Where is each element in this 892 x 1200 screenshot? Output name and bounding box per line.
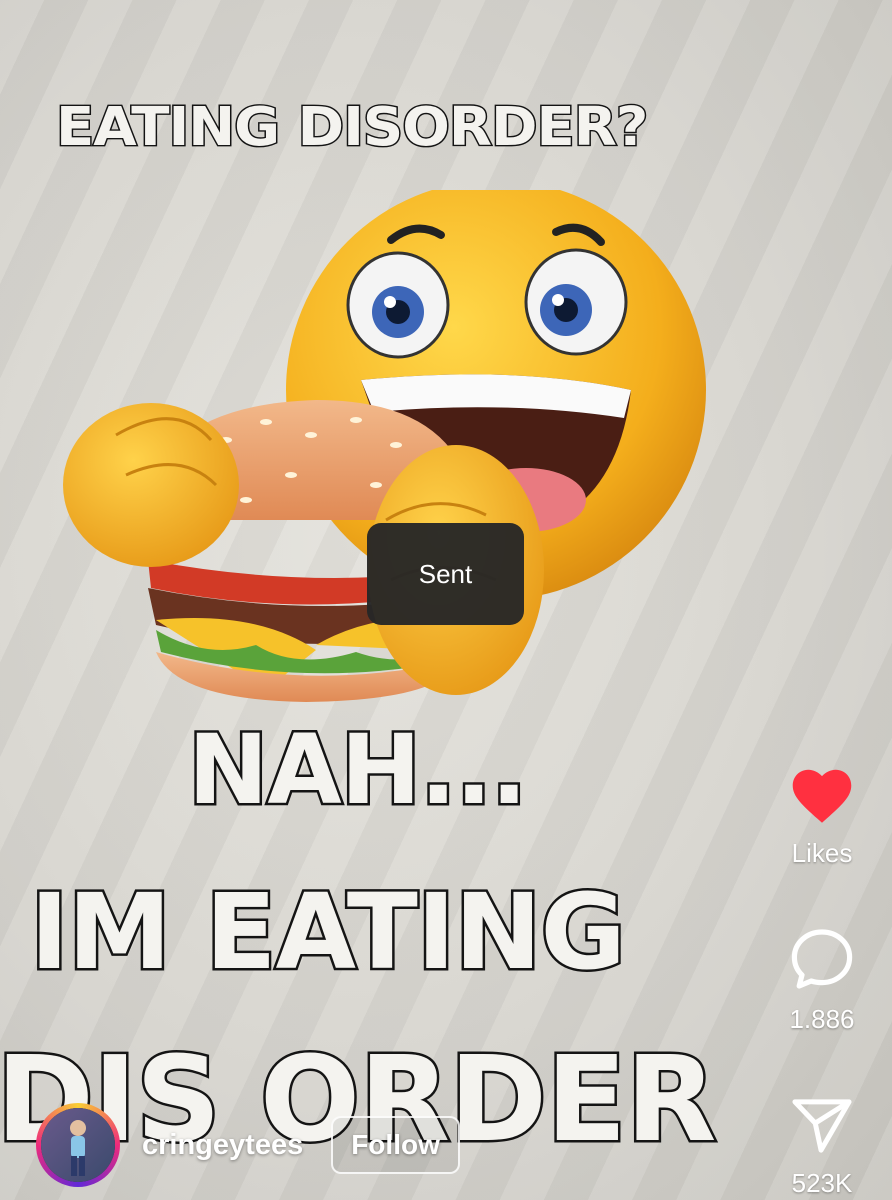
toast-label: Sent (418, 558, 473, 589)
avatar[interactable] (36, 1103, 120, 1187)
shares-count: 523K (791, 1168, 853, 1198)
author-username[interactable]: cringeytees (142, 1129, 303, 1162)
emoji-eating-burger-image (63, 190, 706, 702)
author-bar: cringeytees Follow (36, 1102, 460, 1188)
shirt-text-im-eating: IM EATING (28, 871, 629, 993)
avatar-image (41, 1108, 115, 1182)
shirt-text-eating-disorder: EATING DISORDER? (54, 96, 649, 159)
comments-count: 1.886 (789, 1004, 855, 1034)
avatar-figure-icon (41, 1108, 115, 1182)
shirt-text-nah: NAH... (185, 714, 529, 826)
comment-bubble-icon[interactable] (790, 928, 854, 990)
paper-plane-icon[interactable] (791, 1098, 853, 1154)
follow-button[interactable]: Follow (331, 1116, 460, 1174)
heart-icon[interactable] (791, 768, 853, 824)
share-action[interactable]: 523K (770, 1098, 874, 1199)
like-action[interactable]: Likes (770, 768, 874, 869)
comment-action[interactable]: 1.886 (770, 928, 874, 1035)
reel-screen[interactable]: EATING DISORDER? NAH... IM EATING DIS OR… (0, 0, 892, 1200)
likes-label: Likes (791, 838, 853, 868)
sent-toast: Sent (367, 523, 524, 625)
